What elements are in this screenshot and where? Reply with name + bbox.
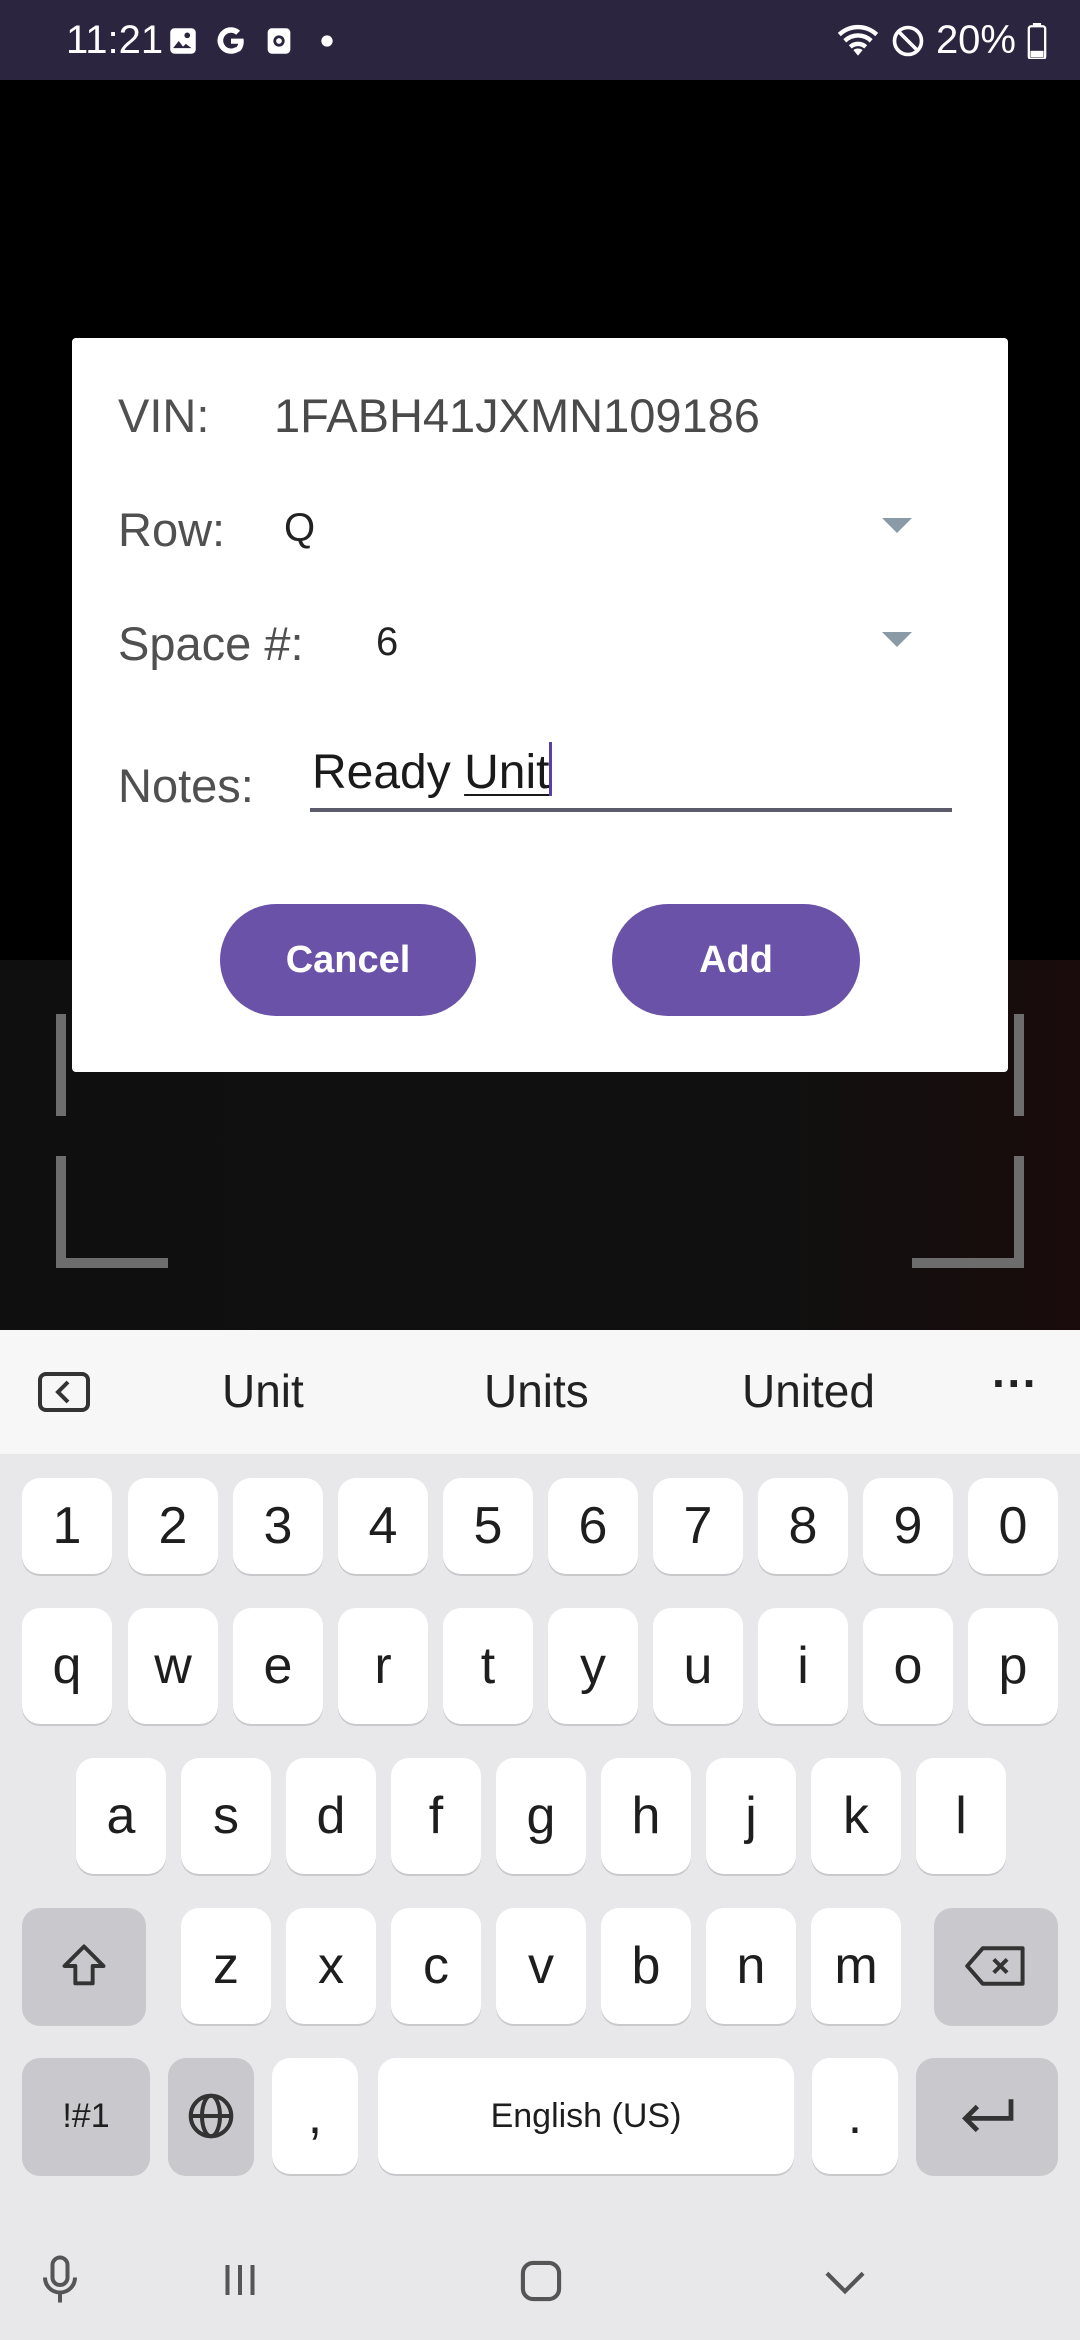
notes-input-text: Ready bbox=[312, 746, 465, 799]
key-e[interactable]: e bbox=[233, 1608, 323, 1724]
vin-label: VIN: bbox=[118, 389, 210, 442]
navigation-bar bbox=[0, 2220, 1080, 2340]
status-system-icons: 20% bbox=[836, 18, 1048, 63]
key-w[interactable]: w bbox=[128, 1608, 218, 1724]
key-6[interactable]: 6 bbox=[548, 1478, 638, 1574]
key-comma[interactable]: , bbox=[272, 2058, 358, 2174]
key-a[interactable]: a bbox=[76, 1758, 166, 1874]
space-label: Space #: bbox=[118, 617, 304, 670]
key-o[interactable]: o bbox=[863, 1608, 953, 1724]
row-label: Row: bbox=[118, 503, 226, 556]
microphone-icon bbox=[43, 2255, 77, 2303]
key-l[interactable]: l bbox=[916, 1758, 1006, 1874]
space-dropdown-arrow-icon bbox=[882, 632, 912, 647]
do-not-disturb-icon bbox=[892, 25, 924, 56]
recents-icon bbox=[225, 2265, 255, 2295]
space-dropdown-value: 6 bbox=[376, 620, 399, 664]
google-icon bbox=[217, 27, 244, 54]
key-4[interactable]: 4 bbox=[338, 1478, 428, 1574]
notes-label: Notes: bbox=[118, 759, 254, 812]
space-dropdown[interactable]: 6 bbox=[368, 602, 992, 678]
key-d[interactable]: d bbox=[286, 1758, 376, 1874]
backspace-icon bbox=[965, 1946, 1025, 1986]
shift-icon bbox=[62, 1944, 106, 1986]
vin-value: 1FABH41JXMN109186 bbox=[274, 389, 760, 442]
key-q[interactable]: q bbox=[22, 1608, 112, 1724]
scan-frame-bottom-right bbox=[912, 1156, 1024, 1268]
battery-percent: 20% bbox=[935, 18, 1016, 62]
status-bar: 11:21 20% bbox=[0, 0, 1080, 80]
status-notification-icons bbox=[166, 24, 344, 58]
gallery-icon bbox=[170, 28, 196, 54]
text-cursor bbox=[549, 742, 553, 796]
key-m[interactable]: m bbox=[811, 1908, 901, 2024]
key-f[interactable]: f bbox=[391, 1758, 481, 1874]
key-8[interactable]: 8 bbox=[758, 1478, 848, 1574]
shift-key[interactable] bbox=[22, 1908, 146, 2024]
key-1[interactable]: 1 bbox=[22, 1478, 112, 1574]
key-g[interactable]: g bbox=[496, 1758, 586, 1874]
key-i[interactable]: i bbox=[758, 1608, 848, 1724]
symbols-key[interactable]: !#1 bbox=[22, 2058, 150, 2174]
key-b[interactable]: b bbox=[601, 1908, 691, 2024]
language-key[interactable] bbox=[168, 2058, 254, 2174]
globe-icon bbox=[188, 2093, 234, 2139]
hide-keyboard-button[interactable] bbox=[814, 2250, 876, 2312]
scan-frame-top-right bbox=[1014, 1014, 1024, 1116]
key-s[interactable]: s bbox=[181, 1758, 271, 1874]
key-5[interactable]: 5 bbox=[443, 1478, 533, 1574]
suggestion-1[interactable]: Unit bbox=[222, 1364, 304, 1418]
key-y[interactable]: y bbox=[548, 1608, 638, 1724]
chevron-down-icon bbox=[825, 2271, 865, 2295]
backspace-key[interactable] bbox=[934, 1908, 1058, 2024]
screen-record-icon bbox=[267, 28, 291, 54]
scan-frame-bottom-left bbox=[56, 1156, 168, 1268]
notes-input[interactable]: Ready Unit bbox=[310, 742, 952, 812]
key-h[interactable]: h bbox=[601, 1758, 691, 1874]
key-0[interactable]: 0 bbox=[968, 1478, 1058, 1574]
home-icon bbox=[520, 2260, 562, 2302]
space-bar[interactable]: English (US) bbox=[378, 2058, 794, 2174]
enter-key[interactable] bbox=[916, 2058, 1058, 2174]
suggestion-2[interactable]: Units bbox=[484, 1364, 589, 1418]
key-c[interactable]: c bbox=[391, 1908, 481, 2024]
key-9[interactable]: 9 bbox=[863, 1478, 953, 1574]
key-t[interactable]: t bbox=[443, 1608, 533, 1724]
home-button[interactable] bbox=[510, 2250, 572, 2312]
key-7[interactable]: 7 bbox=[653, 1478, 743, 1574]
cancel-button[interactable]: Cancel bbox=[220, 904, 476, 1016]
row-dropdown-value: Q bbox=[284, 506, 316, 550]
key-3[interactable]: 3 bbox=[233, 1478, 323, 1574]
key-v[interactable]: v bbox=[496, 1908, 586, 2024]
scan-frame-top-left bbox=[56, 1014, 66, 1116]
more-suggestions-button[interactable]: ··· bbox=[992, 1356, 1038, 1410]
key-x[interactable]: x bbox=[286, 1908, 376, 2024]
row-dropdown-arrow-icon bbox=[882, 518, 912, 533]
battery-icon bbox=[1027, 22, 1047, 59]
suggestion-bar: Unit Units United ··· bbox=[0, 1330, 1080, 1454]
key-z[interactable]: z bbox=[181, 1908, 271, 2024]
keyboard-collapse-button[interactable] bbox=[38, 1372, 90, 1412]
suggestion-3[interactable]: United bbox=[742, 1364, 875, 1418]
key-n[interactable]: n bbox=[706, 1908, 796, 2024]
row-dropdown[interactable]: Q bbox=[272, 488, 992, 564]
recent-apps-button[interactable] bbox=[210, 2250, 270, 2310]
key-2[interactable]: 2 bbox=[128, 1478, 218, 1574]
dot-icon bbox=[321, 35, 333, 47]
notes-input-composing-text: Unit bbox=[464, 746, 550, 799]
wifi-icon bbox=[837, 24, 879, 56]
key-k[interactable]: k bbox=[811, 1758, 901, 1874]
add-vehicle-dialog: VIN: 1FABH41JXMN109186 Row: Q Space #: 6… bbox=[72, 338, 1008, 1072]
key-p[interactable]: p bbox=[968, 1608, 1058, 1724]
key-u[interactable]: u bbox=[653, 1608, 743, 1724]
soft-keyboard: Unit Units United ··· 1 2 3 4 5 6 7 8 9 … bbox=[0, 1330, 1080, 2340]
enter-icon bbox=[962, 2099, 1014, 2133]
key-r[interactable]: r bbox=[338, 1608, 428, 1724]
add-button[interactable]: Add bbox=[612, 904, 860, 1016]
key-j[interactable]: j bbox=[706, 1758, 796, 1874]
keyboard-back-icon bbox=[38, 1372, 90, 1412]
key-period[interactable]: . bbox=[812, 2058, 898, 2174]
voice-input-button[interactable] bbox=[30, 2250, 90, 2310]
status-time: 11:21 bbox=[66, 18, 164, 62]
